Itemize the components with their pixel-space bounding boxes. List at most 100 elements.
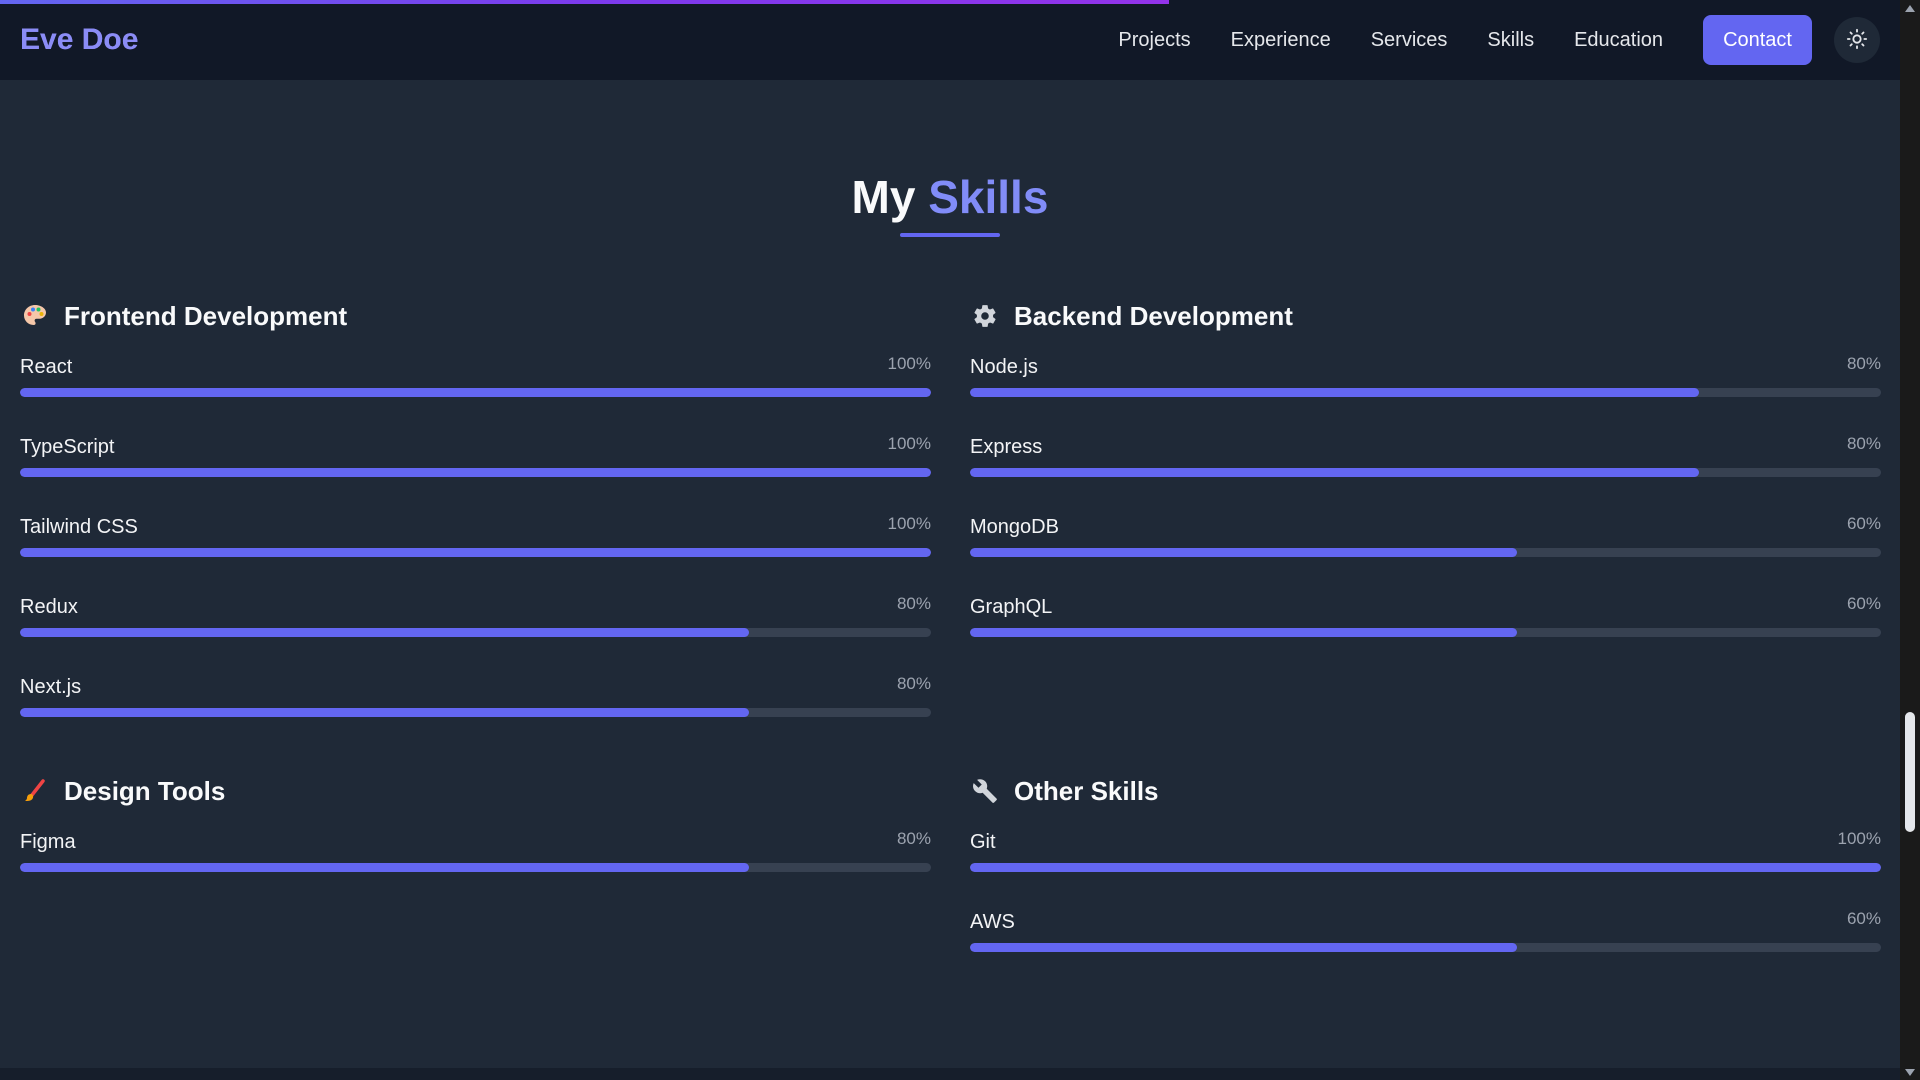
- nav-link-projects[interactable]: Projects: [1118, 29, 1190, 52]
- skill-bar-track: [970, 388, 1881, 397]
- skill-percent: 100%: [887, 434, 931, 453]
- skill-row: Tailwind CSS 100%: [20, 496, 931, 576]
- scrollbar[interactable]: [1900, 0, 1920, 1080]
- nav-link-skills[interactable]: Skills: [1487, 29, 1534, 52]
- skill-bar-track: [20, 628, 931, 637]
- scroll-up-arrow[interactable]: [1900, 0, 1920, 16]
- skill-bar-track: [970, 548, 1881, 557]
- skill-percent: 60%: [1846, 514, 1881, 533]
- skill-row: Node.js 80%: [970, 336, 1881, 416]
- skill-bar-fill: [970, 548, 1517, 557]
- nav-link-experience[interactable]: Experience: [1231, 29, 1331, 52]
- skill-bar-fill: [20, 388, 931, 397]
- skill-bar-track: [20, 388, 931, 397]
- nav-link-services[interactable]: Services: [1371, 29, 1448, 52]
- skill-row: Express 80%: [970, 416, 1881, 496]
- scroll-progress-bar: [0, 0, 1900, 4]
- page: Eve Doe Projects Experience Services Ski…: [0, 0, 1920, 1080]
- skill-row: Redux 80%: [20, 576, 931, 656]
- skill-name: Node.js: [970, 356, 1038, 378]
- contact-button[interactable]: Contact: [1703, 15, 1812, 65]
- navbar: Eve Doe Projects Experience Services Ski…: [0, 0, 1900, 80]
- skill-bar-track: [20, 548, 931, 557]
- skill-group-title: Design Tools: [64, 775, 226, 806]
- skill-name: Redux: [20, 596, 78, 618]
- skill-group-header: Other Skills: [970, 771, 1881, 811]
- skill-group-design: Design Tools Figma 80%: [20, 771, 931, 891]
- skill-group-other: Other Skills Git 100% AWS 60%: [970, 771, 1881, 971]
- wrench-icon: [970, 776, 1000, 806]
- palette-icon: [20, 301, 50, 331]
- skill-percent: 80%: [1846, 354, 1881, 373]
- skill-bar-fill: [20, 628, 749, 637]
- skill-list: React 100% TypeScript 100% Tailwind CSS 100% R…: [20, 336, 931, 736]
- skill-percent: 80%: [896, 829, 931, 848]
- skill-row: Figma 80%: [20, 811, 931, 891]
- title-underline: [900, 233, 1000, 237]
- nav-link-education[interactable]: Education: [1574, 29, 1663, 52]
- skill-list: Figma 80%: [20, 811, 931, 891]
- scroll-down-arrow[interactable]: [1900, 1064, 1920, 1080]
- skill-name: GraphQL: [970, 596, 1053, 618]
- scroll-progress-fill: [0, 0, 1169, 4]
- nav-links: Projects Experience Services Skills Educ…: [1118, 15, 1880, 65]
- skill-bar-track: [20, 863, 931, 872]
- skill-bar-track: [970, 943, 1881, 952]
- section-title: My Skills: [0, 170, 1900, 224]
- skill-row: AWS 60%: [970, 891, 1881, 971]
- skill-group-header: Design Tools: [20, 771, 931, 811]
- skill-percent: 60%: [1846, 909, 1881, 928]
- skill-row: Next.js 80%: [20, 656, 931, 736]
- skill-group-frontend: Frontend Development React 100% TypeScript…: [20, 296, 931, 736]
- skill-bar-track: [20, 708, 931, 717]
- skill-group-title: Other Skills: [1014, 775, 1159, 806]
- skill-bar-fill: [20, 468, 931, 477]
- skill-percent: 100%: [887, 514, 931, 533]
- skill-bar-fill: [20, 708, 749, 717]
- theme-toggle-button[interactable]: [1834, 17, 1880, 63]
- skill-bar-fill: [970, 863, 1881, 872]
- skill-name: Next.js: [20, 676, 82, 698]
- skill-bar-track: [20, 468, 931, 477]
- skill-group-header: Frontend Development: [20, 296, 931, 336]
- skill-group-title: Frontend Development: [64, 300, 348, 331]
- skill-bar-track: [970, 468, 1881, 477]
- skill-row: React 100%: [20, 336, 931, 416]
- skill-name: Figma: [20, 831, 76, 853]
- skill-name: Git: [970, 831, 996, 853]
- skill-bar-fill: [20, 863, 749, 872]
- scroll-thumb[interactable]: [1905, 712, 1915, 832]
- skill-row: MongoDB 60%: [970, 496, 1881, 576]
- skill-bar-fill: [970, 943, 1517, 952]
- skill-group-backend: Backend Development Node.js 80% Express 80%…: [970, 296, 1881, 656]
- skill-name: React: [20, 356, 73, 378]
- skill-row: Git 100%: [970, 811, 1881, 891]
- skill-percent: 60%: [1846, 594, 1881, 613]
- skill-bar-fill: [970, 468, 1699, 477]
- skill-bar-fill: [20, 548, 931, 557]
- skill-percent: 100%: [1837, 829, 1881, 848]
- paintbrush-icon: [20, 776, 50, 806]
- skill-percent: 80%: [896, 594, 931, 613]
- skill-bar-track: [970, 628, 1881, 637]
- skill-bar-fill: [970, 388, 1699, 397]
- skill-row: GraphQL 60%: [970, 576, 1881, 656]
- section-title-prefix: My: [851, 171, 916, 223]
- skill-percent: 80%: [1846, 434, 1881, 453]
- skill-bar-fill: [970, 628, 1517, 637]
- skill-name: AWS: [970, 911, 1015, 933]
- skill-percent: 100%: [887, 354, 931, 373]
- skill-list: Node.js 80% Express 80% MongoDB 60% GraphQL 60%: [970, 336, 1881, 656]
- section-title-accent: Skills: [928, 171, 1049, 223]
- skill-name: TypeScript: [20, 436, 115, 458]
- sun-icon: [1846, 28, 1868, 53]
- skill-bar-track: [970, 863, 1881, 872]
- skill-group-title: Backend Development: [1014, 300, 1293, 331]
- skill-name: Express: [970, 436, 1043, 458]
- skill-percent: 80%: [896, 674, 931, 693]
- logo[interactable]: Eve Doe: [20, 23, 138, 57]
- bottom-strip: [0, 1068, 1900, 1080]
- skill-name: Tailwind CSS: [20, 516, 138, 538]
- skill-list: Git 100% AWS 60%: [970, 811, 1881, 971]
- skill-row: TypeScript 100%: [20, 416, 931, 496]
